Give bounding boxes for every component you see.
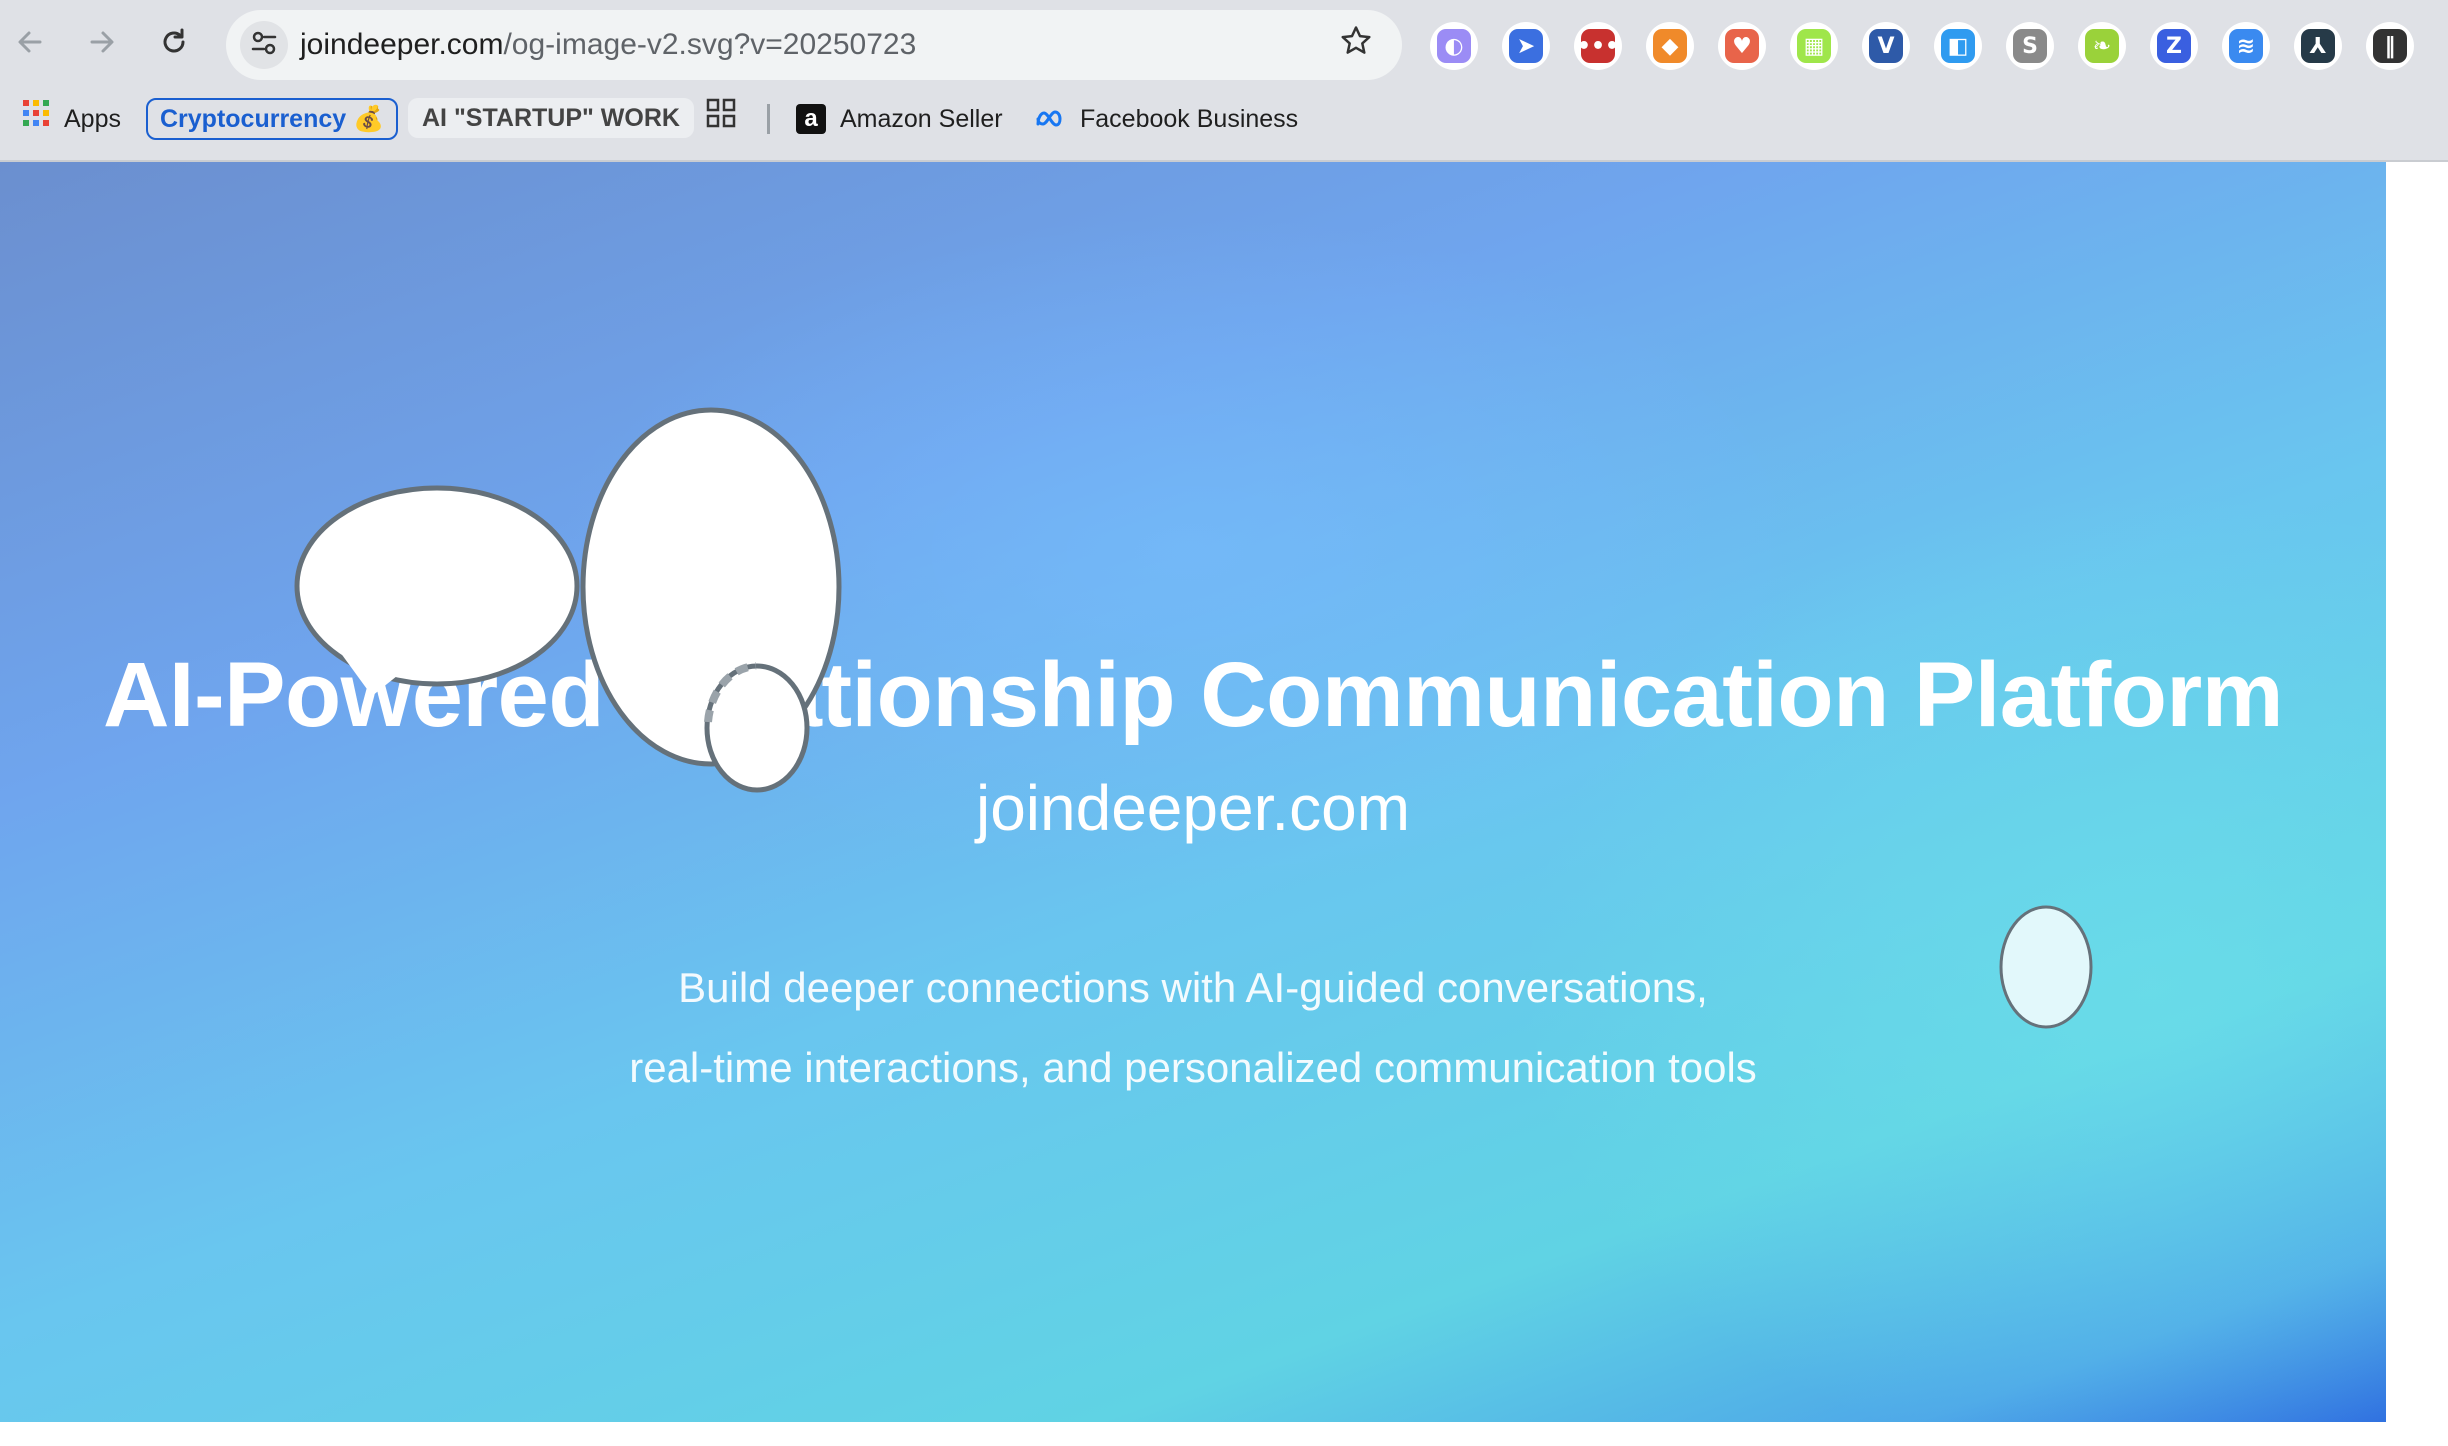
tab-groups-button[interactable] [706,98,736,140]
left-speech-bubble-icon [294,485,580,696]
ghost-extension-button[interactable]: ◐ [1430,22,1478,70]
reload-button[interactable] [150,22,198,70]
bookmark-folder-cryptocurrency[interactable]: Cryptocurrency 💰 [146,98,399,140]
amazon-icon: a [796,104,826,134]
z-extension-button[interactable]: Z [2150,22,2198,70]
page-tagline-line-2: real-time interactions, and personalized… [629,1044,1757,1091]
page-domain: joindeeper.com [975,772,1411,844]
forward-button[interactable] [78,22,126,70]
bookmark-amazon-seller-label: Amazon Seller [840,105,1003,133]
bookmark-folder-ai-startup-work-label: AI "STARTUP" WORK [422,104,680,132]
bookmark-facebook-business-label: Facebook Business [1080,105,1299,133]
url-path: /og-image-v2.svg?v=20250723 [503,28,917,61]
wave-extension-icon: ≋ [2229,29,2263,63]
v-extension-icon: V [1869,29,1903,63]
star-icon [1339,24,1373,67]
bookmark-folder-cryptocurrency-label: Cryptocurrency 💰 [160,105,385,133]
bookmark-amazon-seller[interactable]: a Amazon Seller [796,98,1003,140]
meta-icon [1034,108,1068,130]
ghost-extension-icon: ◐ [1437,29,1471,63]
back-button[interactable] [6,22,54,70]
bookmark-apps[interactable]: Apps [22,98,121,140]
bars-extension-button[interactable]: ‖ [2366,22,2414,70]
leaf-extension-button[interactable]: ❧ [2078,22,2126,70]
browser-chrome: joindeeper.com/og-image-v2.svg?v=2025072… [0,0,2448,162]
v-extension-button[interactable]: V [1862,22,1910,70]
heart-extension-icon: ♥ [1725,29,1759,63]
grid-extension-button[interactable]: ▦ [1790,22,1838,70]
leaf-extension-icon: ❧ [2085,29,2119,63]
tab-groups-icon [706,98,736,141]
metamask-extension-icon: ◆ [1653,29,1687,63]
bookmarks-separator [767,104,770,134]
bookmark-star-button[interactable] [1332,21,1380,69]
bookmark-apps-label: Apps [64,105,121,133]
reload-icon [158,26,190,67]
heart-extension-button[interactable]: ♥ [1718,22,1766,70]
s-extension-button[interactable]: S [2006,22,2054,70]
og-image-canvas: AI-Powered Relationship Communication Pl… [0,162,2386,1422]
browser-toolbar: joindeeper.com/og-image-v2.svg?v=2025072… [0,0,2448,90]
arrow-left-icon [14,26,46,67]
address-bar[interactable]: joindeeper.com/og-image-v2.svg?v=2025072… [226,10,1402,80]
s-extension-icon: S [2013,29,2047,63]
bookmarks-bar: Apps Cryptocurrency 💰 AI "STARTUP" WORK … [0,90,2448,150]
url-host: joindeeper.com [300,28,504,61]
z-extension-icon: Z [2157,29,2191,63]
metamask-extension-button[interactable]: ◆ [1646,22,1694,70]
person-extension-icon: ⅄ [2301,29,2335,63]
paper-plane-extension-icon: ➤ [1509,29,1543,63]
site-info-button[interactable] [240,21,288,69]
lastpass-extension-button[interactable]: ••• [1574,22,1622,70]
bookmark-facebook-business[interactable]: Facebook Business [1034,98,1298,140]
wave-extension-button[interactable]: ≋ [2222,22,2270,70]
lastpass-extension-icon: ••• [1577,29,1619,63]
person-extension-button[interactable]: ⅄ [2294,22,2342,70]
apps-grid-icon [22,98,50,140]
square-extension-icon: ◧ [1941,29,1975,63]
bookmark-folder-ai-startup-work[interactable]: AI "STARTUP" WORK [408,98,694,138]
page-tagline-line-1: Build deeper connections with AI-guided … [678,964,1708,1011]
paper-plane-extension-button[interactable]: ➤ [1502,22,1550,70]
bars-extension-icon: ‖ [2373,29,2407,63]
square-extension-button[interactable]: ◧ [1934,22,1982,70]
arrow-right-icon [86,26,118,67]
grid-extension-icon: ▦ [1797,29,1831,63]
tune-icon [249,28,279,63]
url-text[interactable]: joindeeper.com/og-image-v2.svg?v=2025072… [300,24,916,66]
